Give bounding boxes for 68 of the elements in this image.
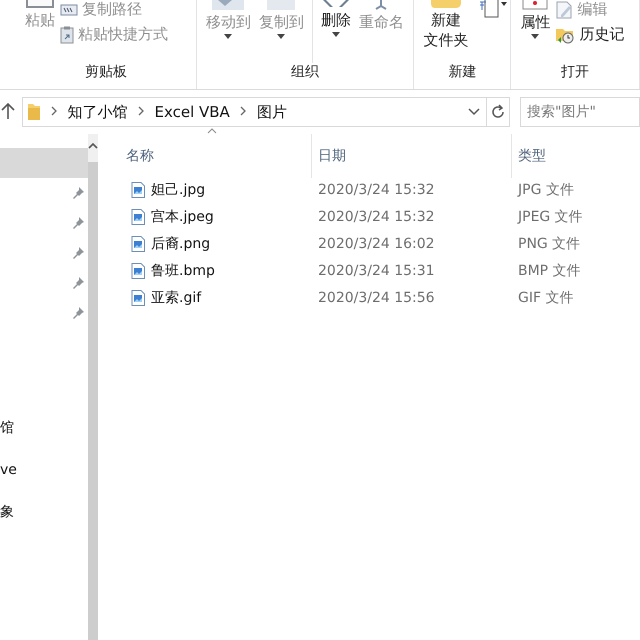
date-cell-text: 2020/3/24 15:56 [317,290,436,306]
pin-icon [72,187,84,199]
edit-icon [555,0,574,18]
pin-icon [72,247,84,259]
type-cell-text: BMP 文件 [517,262,582,280]
file-name[interactable]: 妲己.jpg [151,180,206,198]
search-field[interactable]: 搜索"图片" [520,97,640,127]
nav-item[interactable]: 象 [0,498,88,526]
refresh-icon [490,104,506,120]
type-cell-text: GIF 文件 [517,288,574,306]
group-label: 打开 [560,63,590,82]
image-file-icon [131,236,145,252]
ribbon-button[interactable]: 新建文件夹 [420,0,472,63]
delete-icon [320,0,351,8]
image-file-icon [131,262,145,278]
group-label: 剪贴板 [84,63,128,82]
date-cell-text: 2020/3/24 15:32 [317,182,436,198]
up-arrow-icon [0,102,15,120]
nav-item[interactable]: ve [0,456,88,484]
folder-icon [26,103,40,121]
date-cell-text: 2020/3/24 15:32 [317,208,436,224]
rename-icon [374,0,388,10]
breadcrumb[interactable]: 知了小馆 [68,102,128,122]
ribbon-button[interactable]: 属性 [517,0,554,63]
ribbon-button[interactable]: 删除 [318,0,354,63]
type-cell-text: JPEG 文件 [516,208,584,226]
dropdown-caret-icon [531,34,540,39]
type-cell-text: PNG 文件 [517,234,582,252]
image-file-icon [131,208,145,224]
folder-icon [428,0,463,8]
clipboard-icon [26,0,54,8]
date-cell-text: 2020/3/24 16:02 [317,236,436,252]
column-header[interactable]: 日期 [312,134,512,178]
column-header[interactable]: 名称 [120,134,312,178]
path-icon [60,2,78,16]
up-button[interactable] [0,102,16,122]
dropdown-caret-icon [224,34,232,39]
pin-icon [72,217,84,229]
scrollbar[interactable] [88,134,98,640]
shortcut-icon [60,26,74,44]
group-label: 组织 [290,63,320,82]
file-name[interactable]: 后裔.png [151,234,210,252]
column-header[interactable]: 类型 [512,134,640,178]
date-cell-text: 2020/3/24 15:31 [317,262,436,278]
chevron-down-icon [468,108,480,116]
file-name[interactable]: 鲁班.bmp [151,262,215,280]
pin-icon [72,307,84,319]
dropdown-caret-icon [277,34,286,39]
move-folder-icon [210,0,246,10]
dropdown-caret-icon [332,32,340,37]
file-name[interactable]: 亚索.gif [151,288,202,306]
breadcrumb[interactable]: 图片 [256,102,287,122]
sort-ascending-icon [207,128,217,134]
image-file-icon [131,182,145,198]
address-bar[interactable]: 知了小馆 Excel VBA 图片 [22,97,487,127]
pin-icon [72,277,84,289]
nav-item[interactable]: 馆 [0,414,88,442]
ribbon-button[interactable]: 历史记 [555,25,624,44]
image-file-icon [131,290,145,306]
type-cell-text: JPG 文件 [516,180,575,198]
new-item-icon [477,0,508,18]
file-name[interactable]: 宫本.jpeg [151,208,214,226]
nav-item[interactable] [0,148,88,178]
properties-icon [521,0,550,10]
breadcrumb[interactable]: Excel VBA [154,103,230,121]
scroll-up-icon [88,143,98,149]
refresh-button[interactable] [486,97,510,127]
group-label: 新建 [447,63,478,82]
